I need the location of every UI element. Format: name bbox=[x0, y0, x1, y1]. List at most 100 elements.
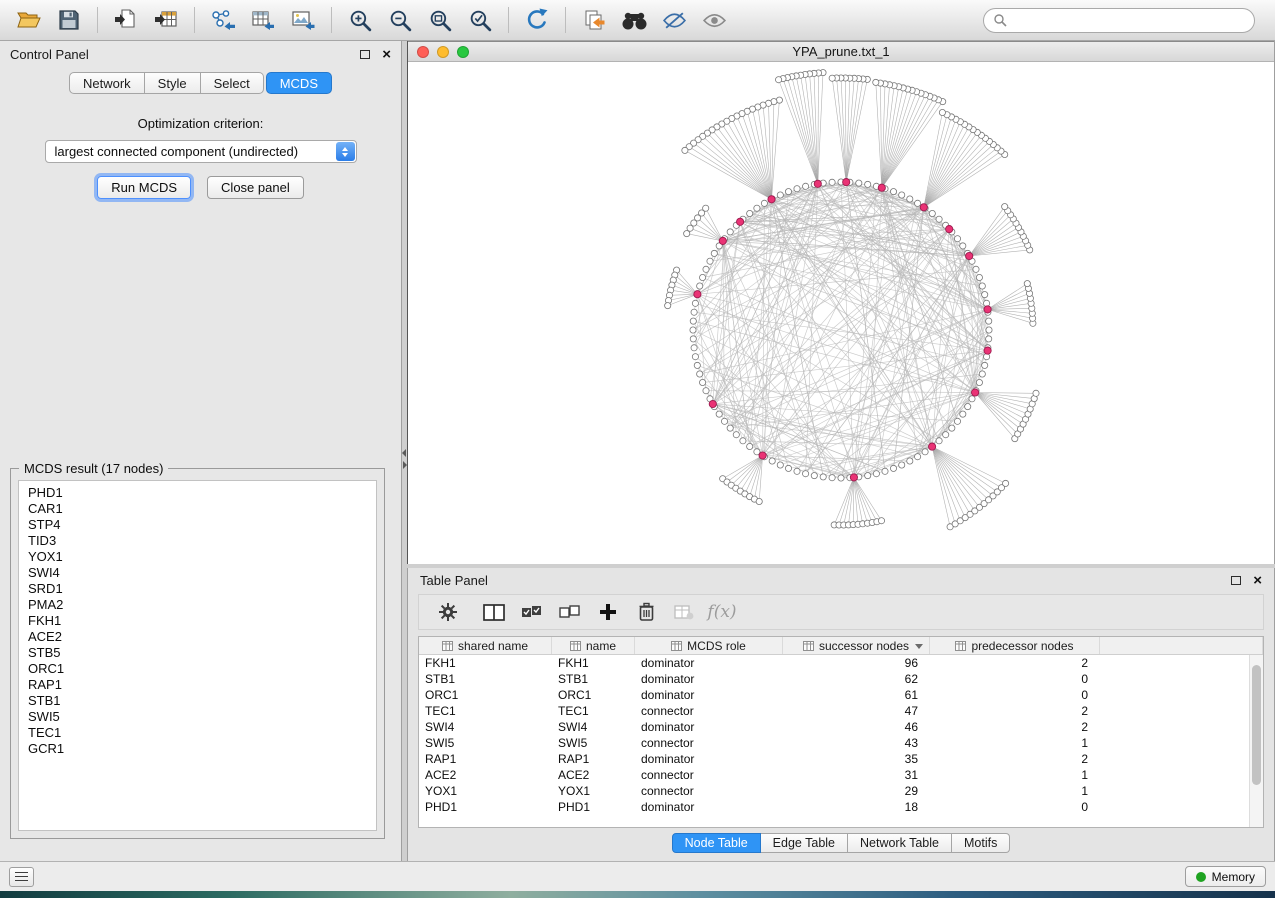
table-row[interactable]: FKH1FKH1dominator962 bbox=[419, 655, 1249, 671]
criterion-dropdown[interactable]: largest connected component (undirected) bbox=[45, 140, 357, 163]
column-header-shared-name[interactable]: shared name bbox=[419, 637, 552, 654]
table-cell: RAP1 bbox=[552, 752, 635, 766]
desktop-wallpaper-strip bbox=[0, 891, 1275, 898]
copy-style-button[interactable] bbox=[575, 3, 613, 37]
column-header-mcds-role[interactable]: MCDS role bbox=[635, 637, 783, 654]
network-canvas[interactable] bbox=[408, 62, 1274, 564]
float-panel-icon[interactable] bbox=[360, 50, 370, 59]
mcds-result-item[interactable]: TID3 bbox=[19, 533, 376, 549]
table-row[interactable]: STB1STB1dominator620 bbox=[419, 671, 1249, 687]
zoom-fit-button[interactable] bbox=[421, 3, 459, 37]
mcds-result-list[interactable]: PHD1CAR1STP4TID3YOX1SWI4SRD1PMA2FKH1ACE2… bbox=[18, 480, 377, 831]
column-header-successor-nodes[interactable]: successor nodes bbox=[783, 637, 930, 654]
export-network-button[interactable] bbox=[204, 3, 242, 37]
table-panel-tabs: Node Table Edge Table Network Table Moti… bbox=[408, 833, 1274, 853]
mcds-result-item[interactable]: STP4 bbox=[19, 517, 376, 533]
network-window-titlebar[interactable]: YPA_prune.txt_1 bbox=[408, 41, 1274, 62]
table-row[interactable]: SWI5SWI5connector431 bbox=[419, 735, 1249, 751]
mcds-result-item[interactable]: FKH1 bbox=[19, 613, 376, 629]
network-svg[interactable] bbox=[408, 62, 1274, 564]
tab-motifs[interactable]: Motifs bbox=[952, 833, 1010, 853]
mcds-result-item[interactable]: TEC1 bbox=[19, 725, 376, 741]
close-panel-button[interactable]: Close panel bbox=[207, 176, 304, 199]
table-cell: dominator bbox=[635, 688, 783, 702]
close-panel-icon[interactable]: × bbox=[382, 47, 391, 62]
export-image-button[interactable] bbox=[284, 3, 322, 37]
tab-edge-table[interactable]: Edge Table bbox=[761, 833, 848, 853]
table-settings-button[interactable] bbox=[429, 596, 467, 628]
unselect-all-button[interactable] bbox=[551, 596, 589, 628]
mcds-result-item[interactable]: CAR1 bbox=[19, 501, 376, 517]
successor-filter-chevron-icon[interactable] bbox=[915, 644, 923, 649]
panel-menu-button[interactable] bbox=[9, 867, 34, 887]
window-minimize-button[interactable] bbox=[437, 46, 449, 58]
table-row[interactable]: ORC1ORC1dominator610 bbox=[419, 687, 1249, 703]
mcds-result-item[interactable]: SWI4 bbox=[19, 565, 376, 581]
toolbar-separator bbox=[565, 7, 566, 33]
find-network-button[interactable] bbox=[615, 3, 653, 37]
tab-style[interactable]: Style bbox=[145, 72, 201, 94]
import-table-file-icon bbox=[154, 9, 178, 31]
mcds-result-item[interactable]: RAP1 bbox=[19, 677, 376, 693]
refresh-view-button[interactable] bbox=[518, 3, 556, 37]
tab-mcds[interactable]: MCDS bbox=[266, 72, 332, 94]
split-columns-button[interactable] bbox=[475, 596, 513, 628]
column-header-name[interactable]: name bbox=[552, 637, 635, 654]
export-table-button[interactable] bbox=[244, 3, 282, 37]
table-scrollbar[interactable] bbox=[1249, 655, 1263, 827]
tab-network-table[interactable]: Network Table bbox=[848, 833, 952, 853]
toolbar-separator bbox=[194, 7, 195, 33]
zoom-out-button[interactable] bbox=[381, 3, 419, 37]
tab-node-table[interactable]: Node Table bbox=[672, 833, 761, 853]
mcds-result-item[interactable]: ORC1 bbox=[19, 661, 376, 677]
open-session-button[interactable] bbox=[10, 3, 48, 37]
table-row[interactable]: PHD1PHD1dominator180 bbox=[419, 799, 1249, 815]
memory-button[interactable]: Memory bbox=[1185, 866, 1266, 887]
toolbar-separator bbox=[97, 7, 98, 33]
mcds-result-item[interactable]: STB1 bbox=[19, 693, 376, 709]
mcds-result-item[interactable]: PHD1 bbox=[19, 485, 376, 501]
disabled-table-icon bbox=[674, 604, 694, 620]
table-row[interactable]: SWI4SWI4dominator462 bbox=[419, 719, 1249, 735]
column-header-predecessor-nodes[interactable]: predecessor nodes bbox=[930, 637, 1100, 654]
mcds-result-item[interactable]: SRD1 bbox=[19, 581, 376, 597]
show-hide-button[interactable] bbox=[695, 3, 733, 37]
optimization-criterion-label: Optimization criterion: bbox=[0, 116, 401, 131]
mcds-result-item[interactable]: ACE2 bbox=[19, 629, 376, 645]
table-scrollbar-thumb[interactable] bbox=[1252, 665, 1261, 785]
run-mcds-button[interactable]: Run MCDS bbox=[97, 176, 191, 199]
float-table-panel-icon[interactable] bbox=[1231, 576, 1241, 585]
close-table-panel-icon[interactable]: × bbox=[1253, 573, 1262, 588]
tab-network[interactable]: Network bbox=[69, 72, 145, 94]
table-toolbar: f(x) bbox=[418, 594, 1264, 630]
table-row[interactable]: TEC1TEC1connector472 bbox=[419, 703, 1249, 719]
save-session-button[interactable] bbox=[50, 3, 88, 37]
table-cell: RAP1 bbox=[419, 752, 552, 766]
search-box[interactable] bbox=[983, 8, 1255, 33]
zoom-in-button[interactable] bbox=[341, 3, 379, 37]
table-row[interactable]: YOX1YOX1connector291 bbox=[419, 783, 1249, 799]
window-maximize-button[interactable] bbox=[457, 46, 469, 58]
splitter-collapse-left-icon[interactable] bbox=[402, 449, 406, 457]
toggle-graphics-details-button[interactable] bbox=[655, 3, 693, 37]
mcds-result-item[interactable]: SWI5 bbox=[19, 709, 376, 725]
search-input[interactable] bbox=[1013, 13, 1245, 28]
delete-column-button[interactable] bbox=[627, 596, 665, 628]
add-column-button[interactable] bbox=[589, 596, 627, 628]
table-row[interactable]: RAP1RAP1dominator352 bbox=[419, 751, 1249, 767]
mcds-result-item[interactable]: YOX1 bbox=[19, 549, 376, 565]
table-row[interactable]: ACE2ACE2connector311 bbox=[419, 767, 1249, 783]
mcds-result-item[interactable]: GCR1 bbox=[19, 741, 376, 757]
table-cell: connector bbox=[635, 736, 783, 750]
mcds-result-item[interactable]: PMA2 bbox=[19, 597, 376, 613]
search-icon bbox=[993, 13, 1007, 27]
tab-select[interactable]: Select bbox=[201, 72, 264, 94]
select-all-button[interactable] bbox=[513, 596, 551, 628]
mcds-result-item[interactable]: STB5 bbox=[19, 645, 376, 661]
zoom-selected-button[interactable] bbox=[461, 3, 499, 37]
node-table: shared name name MCDS role successor nod… bbox=[418, 636, 1264, 828]
window-close-button[interactable] bbox=[417, 46, 429, 58]
import-table-button[interactable] bbox=[147, 3, 185, 37]
table-cell: SWI4 bbox=[552, 720, 635, 734]
import-network-button[interactable] bbox=[107, 3, 145, 37]
